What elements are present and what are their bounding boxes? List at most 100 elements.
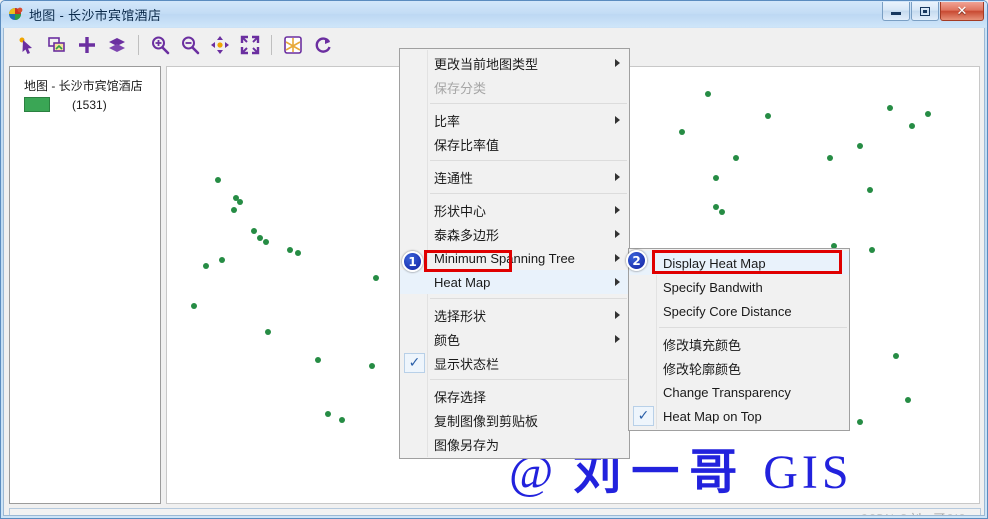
context-menu-item[interactable]: 泰森多边形 — [400, 222, 629, 246]
window-controls: ✕ — [882, 2, 984, 21]
context-menu-item-label: 复制图像到剪贴板 — [434, 413, 539, 429]
minimize-button[interactable] — [882, 2, 910, 21]
map-point[interactable] — [857, 419, 863, 425]
select-rect-icon[interactable] — [42, 31, 72, 59]
select-arrow-icon[interactable] — [12, 31, 42, 59]
map-point[interactable] — [705, 91, 711, 97]
context-menu-item-label: 比率 — [434, 113, 461, 129]
context-menu-item[interactable]: Minimum Spanning Tree — [400, 246, 629, 270]
submenu-item-label: 修改填充颜色 — [663, 337, 742, 353]
context-menu-item-label: 保存比率值 — [434, 137, 500, 153]
map-point[interactable] — [887, 105, 893, 111]
map-point[interactable] — [869, 247, 875, 253]
context-menu-item[interactable]: Heat Map — [400, 270, 629, 294]
submenu-item-label: Specify Bandwith — [663, 279, 763, 295]
context-menu-item-label: 更改当前地图类型 — [434, 56, 539, 72]
map-point[interactable] — [909, 123, 915, 129]
map-point[interactable] — [857, 143, 863, 149]
legend-title: 地图 - 长沙市宾馆酒店 — [24, 79, 143, 93]
map-point[interactable] — [257, 235, 263, 241]
context-menu-item[interactable]: 保存比率值 — [400, 132, 629, 156]
full-extent-icon[interactable] — [235, 31, 265, 59]
context-menu-item[interactable]: 选择形状 — [400, 303, 629, 327]
refresh-icon[interactable] — [308, 31, 338, 59]
context-menu-item[interactable]: 颜色 — [400, 327, 629, 351]
menu-separator — [430, 160, 627, 161]
close-button[interactable]: ✕ — [940, 2, 984, 21]
submenu-item[interactable]: Display Heat Map — [629, 251, 849, 275]
add-plus-icon[interactable] — [72, 31, 102, 59]
map-point[interactable] — [287, 247, 293, 253]
map-point[interactable] — [237, 199, 243, 205]
context-menu-item-label: 保存分类 — [434, 80, 487, 96]
context-menu-item-label: 颜色 — [434, 332, 461, 348]
submenu-item[interactable]: Change Transparency — [629, 380, 849, 404]
map-point[interactable] — [719, 209, 725, 215]
map-point[interactable] — [295, 250, 301, 256]
status-bar-text: CSDN @刘一哥GIS — [860, 510, 966, 516]
legend-panel[interactable]: 地图 - 长沙市宾馆酒店 (1531) — [9, 66, 161, 504]
map-point[interactable] — [265, 329, 271, 335]
submenu-item[interactable]: Specify Core Distance — [629, 299, 849, 323]
map-point[interactable] — [733, 155, 739, 161]
legend-row[interactable]: (1531) — [24, 97, 107, 112]
context-menu-item[interactable]: 更改当前地图类型 — [400, 51, 629, 75]
restore-icon — [920, 6, 930, 16]
zoom-in-icon[interactable] — [145, 31, 175, 59]
context-menu-item: 保存分类 — [400, 75, 629, 99]
map-point[interactable] — [215, 177, 221, 183]
map-point[interactable] — [867, 187, 873, 193]
map-point[interactable] — [325, 411, 331, 417]
map-point[interactable] — [203, 263, 209, 269]
menu-separator — [430, 298, 627, 299]
toolbar-separator — [138, 35, 139, 55]
minimize-icon — [891, 12, 901, 15]
map-point[interactable] — [251, 228, 257, 234]
context-menu[interactable]: 更改当前地图类型 保存分类比率保存比率值连通性形状中心泰森多边形 Minimum S… — [399, 48, 630, 459]
map-point[interactable] — [765, 113, 771, 119]
submenu-item[interactable]: Specify Bandwith — [629, 275, 849, 299]
map-point[interactable] — [231, 207, 237, 213]
context-menu-item-label: Minimum Spanning Tree — [434, 250, 575, 266]
map-grid-icon[interactable] — [278, 31, 308, 59]
map-point[interactable] — [905, 397, 911, 403]
layers-icon[interactable] — [102, 31, 132, 59]
map-point[interactable] — [925, 111, 931, 117]
map-point[interactable] — [893, 353, 899, 359]
context-menu-item[interactable]: 图像另存为 — [400, 432, 629, 456]
context-menu-item-label: 保存选择 — [434, 389, 487, 405]
context-menu-item[interactable]: 复制图像到剪贴板 — [400, 408, 629, 432]
submenu-arrow-icon — [615, 278, 620, 286]
context-menu-item-label: Heat Map — [434, 274, 491, 290]
check-icon: ✓ — [404, 353, 425, 373]
context-menu-item-label: 显示状态栏 — [434, 356, 500, 372]
map-point[interactable] — [713, 204, 719, 210]
map-point[interactable] — [219, 257, 225, 263]
submenu-item[interactable]: ✓ Heat Map on Top — [629, 404, 849, 428]
submenu-item[interactable]: 修改轮廓颜色 — [629, 356, 849, 380]
context-menu-item-label: 形状中心 — [434, 203, 487, 219]
map-point[interactable] — [679, 129, 685, 135]
map-point[interactable] — [827, 155, 833, 161]
pan-icon[interactable] — [205, 31, 235, 59]
context-menu-item[interactable]: 保存选择 — [400, 384, 629, 408]
legend-feature-count: (1531) — [72, 97, 107, 112]
heat-map-submenu[interactable]: Display Heat Map Specify Bandwith Specify … — [628, 248, 850, 431]
map-point[interactable] — [263, 239, 269, 245]
zoom-out-icon[interactable] — [175, 31, 205, 59]
map-point[interactable] — [315, 357, 321, 363]
context-menu-item[interactable]: 形状中心 — [400, 198, 629, 222]
maximize-button[interactable] — [911, 2, 939, 21]
submenu-item[interactable]: 修改填充颜色 — [629, 332, 849, 356]
map-point[interactable] — [339, 417, 345, 423]
context-menu-item-label: 泰森多边形 — [434, 227, 500, 243]
map-point[interactable] — [713, 175, 719, 181]
context-menu-item[interactable]: 连通性 — [400, 165, 629, 189]
title-bar[interactable]: 地图 - 长沙市宾馆酒店 ✕ — [1, 1, 987, 27]
map-point[interactable] — [191, 303, 197, 309]
context-menu-item[interactable]: 比率 — [400, 108, 629, 132]
submenu-item-label: Change Transparency — [663, 384, 791, 400]
context-menu-item[interactable]: ✓ 显示状态栏 — [400, 351, 629, 375]
map-point[interactable] — [373, 275, 379, 281]
map-point[interactable] — [369, 363, 375, 369]
